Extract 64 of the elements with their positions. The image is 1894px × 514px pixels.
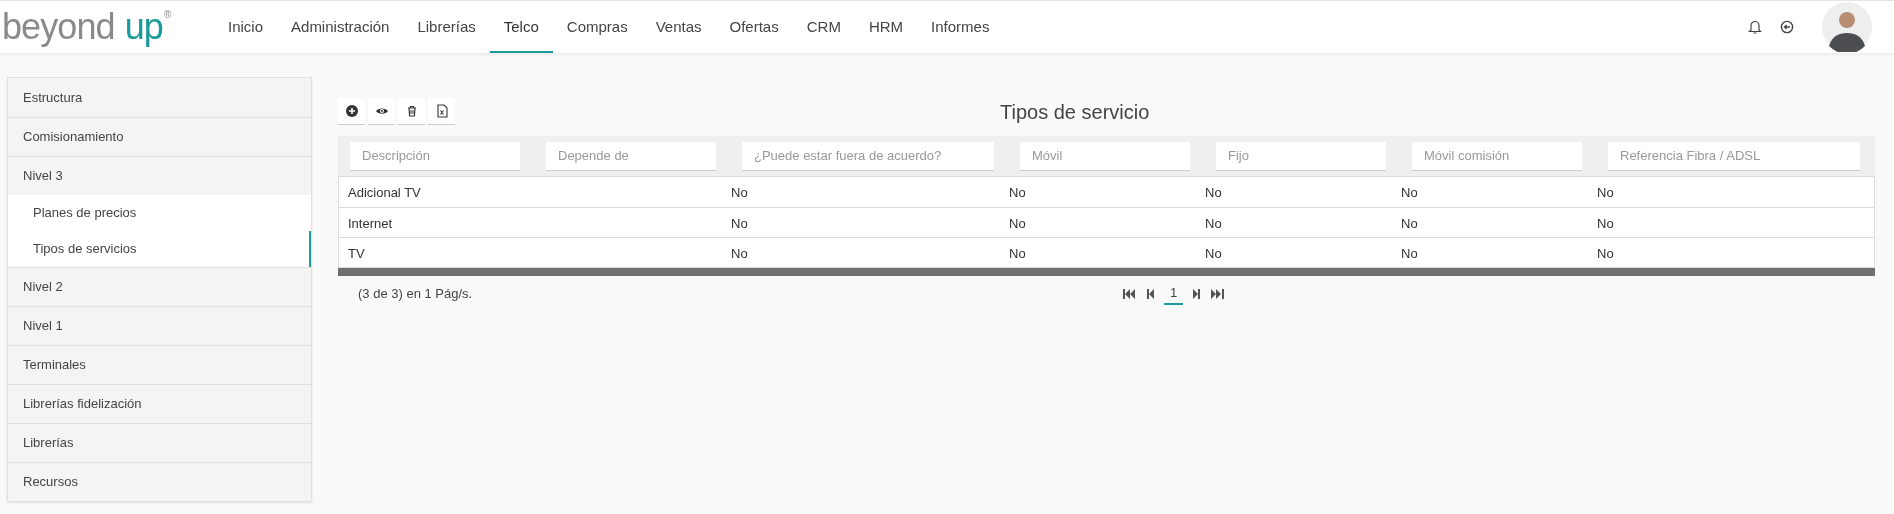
sidebar-subitem[interactable]: Planes de precios <box>8 195 311 231</box>
nav-tab[interactable]: CRM <box>792 1 855 53</box>
pager-summary: (3 de 3) en 1 Pág/s. <box>358 285 473 304</box>
table-cell: No <box>1205 215 1222 231</box>
table-cell: No <box>731 215 748 231</box>
table-cell: No <box>1401 245 1418 261</box>
sidebar-item[interactable]: Nivel 1 <box>8 306 311 345</box>
logo-text: beyond <box>2 7 115 47</box>
filter-field[interactable]: Depende de <box>546 141 716 171</box>
table-cell: No <box>1401 185 1418 200</box>
table-cell: No <box>1009 215 1026 231</box>
next-page-icon[interactable] <box>1193 289 1202 299</box>
sidebar-item[interactable]: Librerías fidelización <box>8 384 311 423</box>
table-cell: No <box>1009 245 1026 261</box>
filter-field[interactable]: Referencia Fibra / ADSL <box>1608 141 1860 171</box>
sidebar-item[interactable]: Terminales <box>8 345 311 384</box>
horizontal-scrollbar[interactable] <box>338 268 1875 276</box>
sidebar-item[interactable]: Estructura <box>8 78 311 117</box>
table-cell: No <box>1205 185 1222 200</box>
nav-tab[interactable]: Inicio <box>214 1 278 53</box>
sidebar-item[interactable]: Recursos <box>8 462 311 501</box>
nav-tab[interactable]: Ofertas <box>715 1 793 53</box>
nav-tab[interactable]: HRM <box>854 1 918 53</box>
add-icon <box>344 104 359 118</box>
logo-text: up <box>124 7 163 47</box>
toolbar-button[interactable] <box>368 98 395 125</box>
nav-tab[interactable]: Telco <box>489 1 553 53</box>
spreadsheet-export-icon <box>434 104 449 118</box>
page-title: Tipos de servicio <box>1000 99 1150 125</box>
table-cell: Internet <box>348 215 393 231</box>
page-number[interactable]: 1 <box>1164 283 1184 305</box>
user-avatar[interactable] <box>1822 2 1872 52</box>
table-cell: No <box>1009 185 1026 200</box>
first-page-icon[interactable] <box>1122 289 1136 299</box>
filter-field[interactable]: Móvil comisión <box>1412 141 1582 171</box>
filter-field[interactable]: Fijo <box>1216 141 1386 171</box>
table-cell: No <box>1597 245 1614 261</box>
filter-field[interactable]: Descripción <box>350 141 520 171</box>
toolbar-button[interactable] <box>398 98 425 125</box>
nav-tab[interactable]: Librerías <box>403 1 490 53</box>
nav-tab[interactable]: Compras <box>552 1 642 53</box>
logout-icon[interactable] <box>1780 20 1794 34</box>
table-cell: No <box>1597 185 1614 200</box>
nav-tab[interactable]: Ventas <box>641 1 716 53</box>
table-cell: Adicional TV <box>348 185 421 200</box>
table-cell: No <box>1597 215 1614 231</box>
sidebar-item[interactable]: Librerías <box>8 423 311 462</box>
table-cell: No <box>1401 215 1418 231</box>
filter-field[interactable]: ¿Puede estar fuera de acuerdo? <box>742 141 994 171</box>
table-cell: No <box>731 245 748 261</box>
nav-tab[interactable]: Administración <box>277 1 404 53</box>
last-page-icon[interactable] <box>1211 289 1226 299</box>
registered-mark: ® <box>163 8 172 22</box>
toolbar-button[interactable] <box>338 98 365 125</box>
nav-tab[interactable]: Informes <box>917 1 1004 53</box>
filter-field[interactable]: Móvil <box>1020 141 1190 171</box>
sidebar-item[interactable]: Nivel 2 <box>8 267 311 306</box>
table-cell: No <box>731 185 748 200</box>
sidebar-item[interactable]: Comisionamiento <box>8 117 311 156</box>
notification-bell-icon[interactable] <box>1748 19 1762 35</box>
table-cell: TV <box>348 245 365 261</box>
sidebar-subitem[interactable]: Tipos de servicios <box>8 231 311 267</box>
table-cell: No <box>1205 245 1222 261</box>
previous-page-icon[interactable] <box>1146 289 1154 299</box>
